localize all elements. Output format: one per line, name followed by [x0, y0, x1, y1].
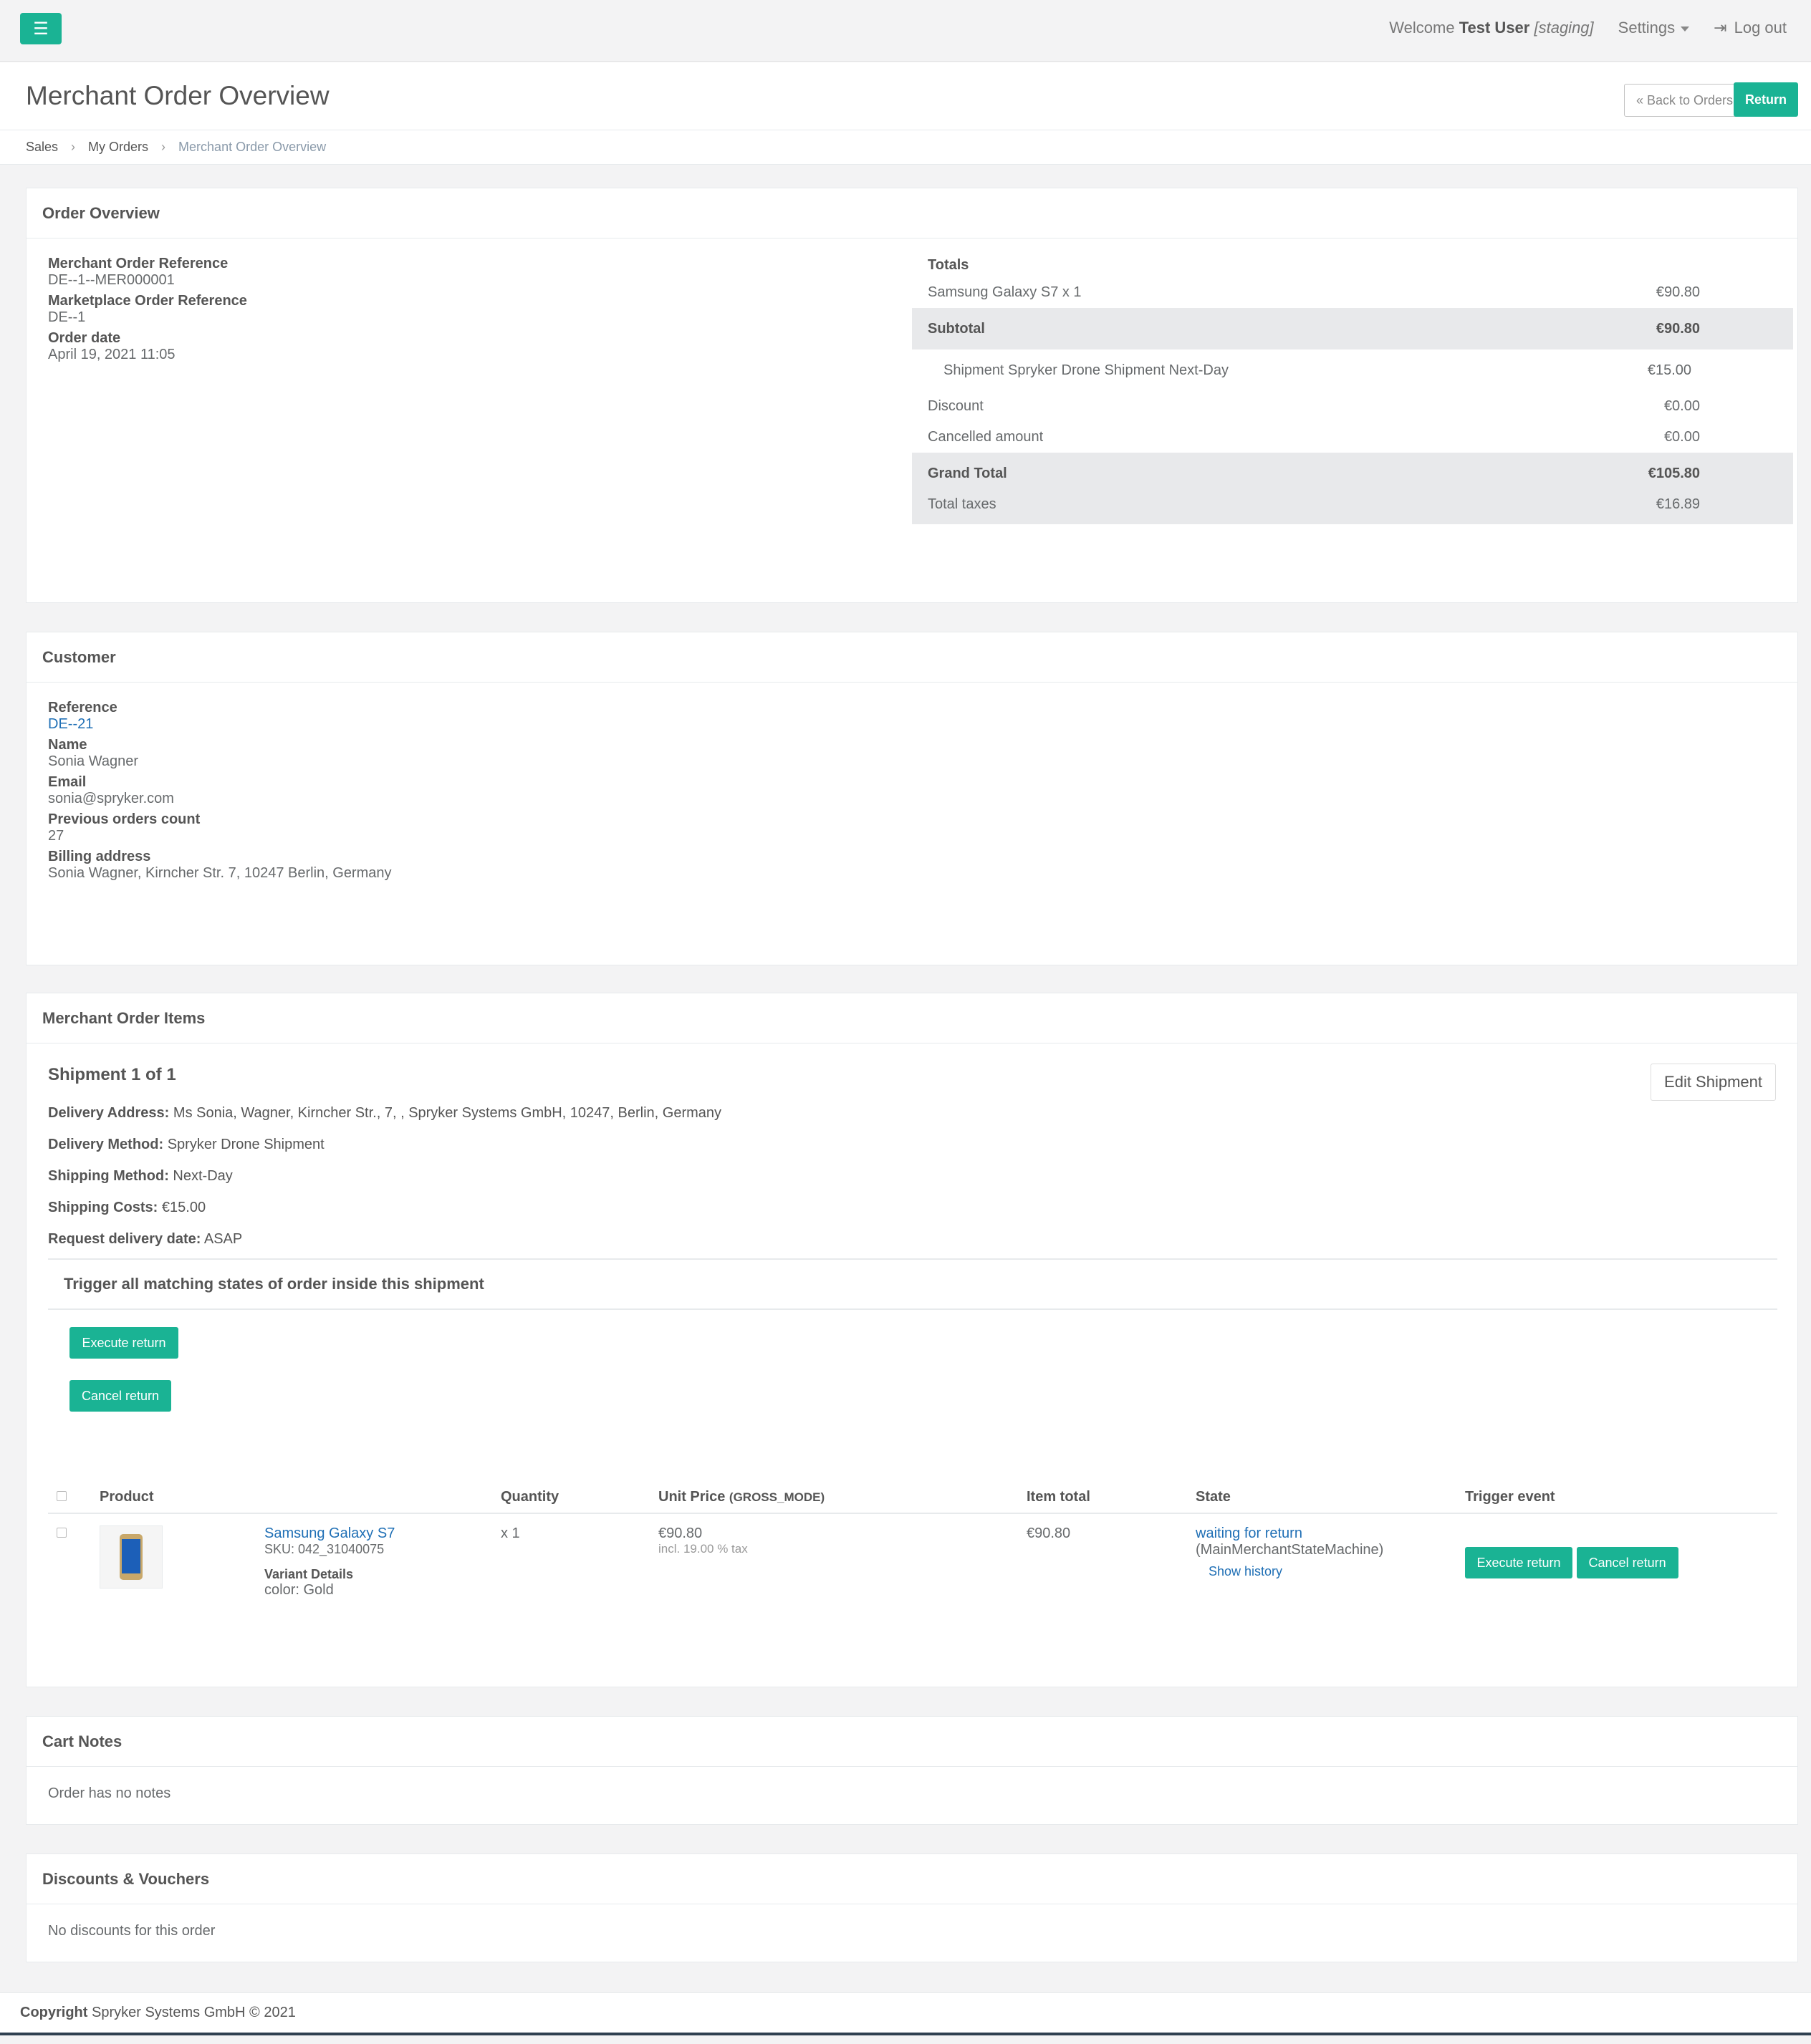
item-total: €90.80 [1027, 1525, 1071, 1541]
product-info: Samsung Galaxy S7 SKU: 042_31040075 Vari… [264, 1525, 395, 1598]
state-machine: (MainMerchantStateMachine) [1196, 1542, 1384, 1558]
return-button[interactable]: Return [1734, 82, 1798, 117]
shipment-row: Shipment Spryker Drone Shipment Next-Day… [943, 362, 1691, 378]
discount-row: Discount €0.00 [928, 398, 1700, 414]
order-items-table: Product Quantity Unit Price (GROSS_MODE)… [48, 1482, 1777, 1599]
tax-note: incl. 19.00 % tax [658, 1542, 748, 1556]
delivery-address: Ms Sonia, Wagner, Kirncher Str., 7, , Sp… [173, 1105, 722, 1121]
state-cell: waiting for return (MainMerchantStateMac… [1196, 1513, 1465, 1599]
environment-label: [staging] [1534, 19, 1594, 37]
top-nav-right: Welcome Test User [staging] Settings ⇥ Lo… [1389, 19, 1787, 37]
discounts-panel: Discounts & Vouchers No discounts for th… [26, 1853, 1798, 1962]
show-history-link[interactable]: Show history [1209, 1564, 1282, 1579]
logout-link[interactable]: ⇥ Log out [1714, 19, 1787, 37]
panel-title: Merchant Order Items [27, 993, 1797, 1043]
column-unit-price: Unit Price (GROSS_MODE) [658, 1482, 1027, 1514]
customer-email: sonia@spryker.com [48, 791, 174, 806]
item-quantity: x 1 [501, 1525, 520, 1541]
breadcrumb-my-orders[interactable]: My Orders [88, 140, 148, 155]
phone-image-icon [120, 1534, 143, 1580]
page-heading: Merchant Order Overview « Back to Orders… [0, 62, 1811, 130]
cancel-return-button[interactable]: Cancel return [1576, 1547, 1678, 1578]
marketplace-order-reference: DE--1 [48, 309, 86, 325]
column-product: Product [100, 1482, 501, 1514]
grand-total-row: Grand Total €105.80 [928, 465, 1700, 481]
product-name-link[interactable]: Samsung Galaxy S7 [264, 1525, 395, 1541]
page-title: Merchant Order Overview [26, 81, 330, 110]
customer-panel: Customer Reference DE--21 Name Sonia Wag… [26, 632, 1798, 965]
breadcrumb-sales[interactable]: Sales [26, 140, 58, 155]
customer-reference-link[interactable]: DE--21 [48, 716, 93, 732]
sign-out-icon: ⇥ [1714, 19, 1727, 37]
user-name: Test User [1459, 19, 1530, 37]
column-trigger-event: Trigger event [1465, 1482, 1777, 1514]
totals-heading: Totals [928, 256, 969, 273]
variant-details: color: Gold [264, 1582, 334, 1598]
execute-return-all-button[interactable]: Execute return [69, 1327, 178, 1359]
panel-title: Order Overview [27, 188, 1797, 238]
panel-title: Customer [27, 632, 1797, 683]
execute-return-button[interactable]: Execute return [1465, 1547, 1572, 1578]
shipment-title: Shipment 1 of 1 [48, 1065, 176, 1084]
subtotal-row: Subtotal €90.80 [912, 308, 1793, 349]
merchant-order-reference: DE--1--MER000001 [48, 272, 175, 288]
caret-down-icon [1681, 26, 1690, 32]
order-overview-panel: Order Overview Merchant Order Reference … [26, 188, 1798, 603]
trigger-event-cell: Execute return Cancel return [1465, 1513, 1777, 1599]
customer-details: Reference DE--21 Name Sonia Wagner Email… [48, 700, 392, 881]
hamburger-icon: ☰ [33, 19, 49, 39]
chevron-right-icon: › [71, 140, 76, 154]
request-delivery-date: ASAP [203, 1231, 243, 1247]
breadcrumb-current: Merchant Order Overview [178, 140, 327, 154]
customer-name: Sonia Wagner [48, 753, 138, 769]
discounts-text: No discounts for this order [48, 1923, 216, 1939]
totals-table: Totals Samsung Galaxy S7 x 1 €90.80 Subto… [912, 253, 1793, 524]
row-checkbox[interactable] [57, 1528, 67, 1538]
cart-notes-panel: Cart Notes Order has no notes [26, 1716, 1798, 1825]
merchant-order-items-panel: Merchant Order Items Shipment 1 of 1 Edi… [26, 993, 1798, 1687]
chevron-right-icon: › [161, 140, 166, 154]
settings-dropdown[interactable]: Settings [1618, 19, 1690, 37]
order-date: April 19, 2021 11:05 [48, 347, 176, 362]
cart-notes-text: Order has no notes [48, 1785, 171, 1801]
menu-toggle-button[interactable]: ☰ [20, 13, 62, 44]
footer-bottom-bar [0, 2033, 1811, 2035]
grand-total-block: Grand Total €105.80 Total taxes €16.89 [912, 453, 1793, 524]
product-sku: SKU: 042_31040075 [264, 1542, 385, 1556]
unit-price-cell: €90.80 incl. 19.00 % tax [658, 1513, 1027, 1599]
edit-shipment-button[interactable]: Edit Shipment [1651, 1064, 1776, 1101]
trigger-all-heading: Trigger all matching states of order ins… [48, 1258, 1777, 1310]
state-link[interactable]: waiting for return [1196, 1525, 1302, 1541]
column-quantity: Quantity [501, 1482, 658, 1514]
copyright-text: Spryker Systems GmbH © 2021 [92, 2005, 296, 2020]
billing-address: Sonia Wagner, Kirncher Str. 7, 10247 Ber… [48, 865, 392, 881]
breadcrumb: Sales › My Orders › Merchant Order Overv… [0, 130, 1811, 165]
column-item-total: Item total [1027, 1482, 1196, 1514]
shipping-costs: €15.00 [161, 1200, 206, 1215]
column-state: State [1196, 1482, 1465, 1514]
back-to-orders-button[interactable]: « Back to Orders [1623, 84, 1745, 117]
total-taxes-row: Total taxes €16.89 [928, 496, 1700, 512]
table-row: Samsung Galaxy S7 SKU: 042_31040075 Vari… [48, 1513, 1777, 1599]
panel-title: Discounts & Vouchers [27, 1854, 1797, 1904]
totals-item-row: Samsung Galaxy S7 x 1 €90.80 [928, 284, 1700, 300]
order-details: Merchant Order Reference DE--1--MER00000… [48, 256, 247, 362]
footer: Copyright Spryker Systems GmbH © 2021 [0, 1992, 1811, 2033]
shipping-method: Next-Day [173, 1168, 233, 1184]
panel-title: Cart Notes [27, 1717, 1797, 1767]
unit-price: €90.80 [658, 1525, 703, 1541]
cancelled-row: Cancelled amount €0.00 [928, 429, 1700, 445]
product-thumbnail [100, 1525, 163, 1589]
top-navbar: ☰ Welcome Test User [staging] Settings ⇥… [0, 0, 1811, 62]
select-all-checkbox[interactable] [57, 1491, 67, 1501]
delivery-method: Spryker Drone Shipment [167, 1137, 325, 1152]
table-header-row: Product Quantity Unit Price (GROSS_MODE)… [48, 1482, 1777, 1514]
shipment-details: Delivery Address: Ms Sonia, Wagner, Kirn… [48, 1105, 722, 1247]
welcome-text: Welcome Test User [staging] [1389, 19, 1594, 37]
previous-orders-count: 27 [48, 828, 64, 844]
cancel-return-all-button[interactable]: Cancel return [69, 1380, 171, 1412]
